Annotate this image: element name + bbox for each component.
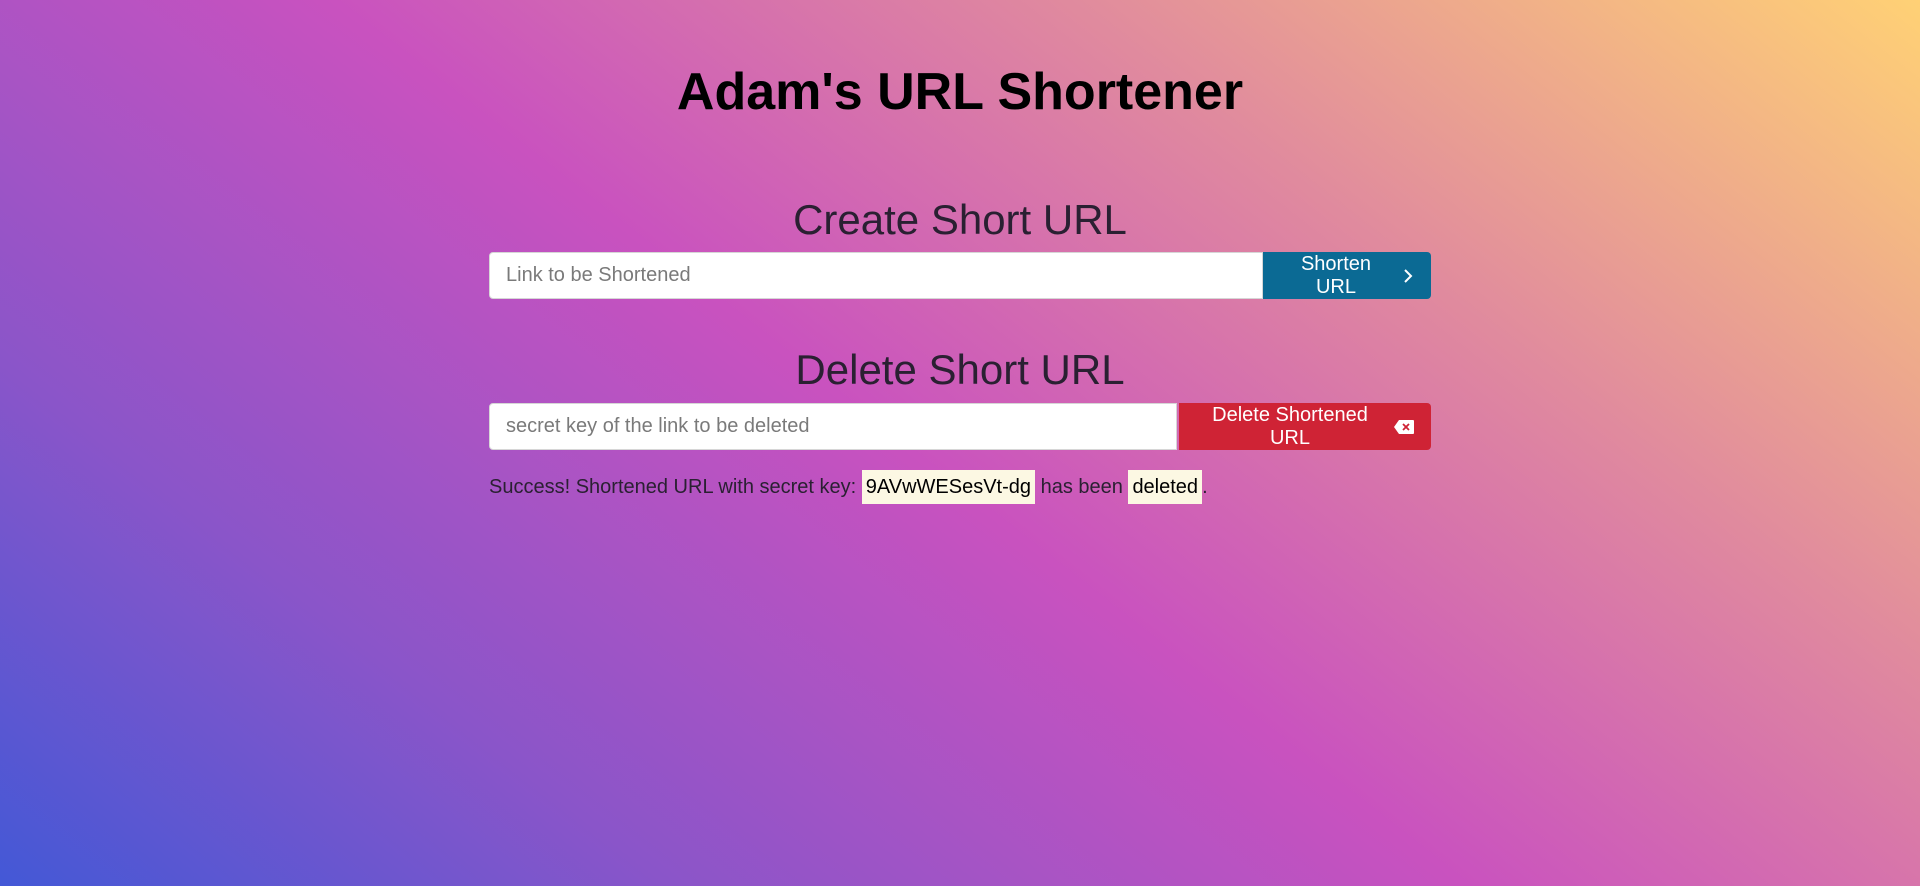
status-message: Success! Shortened URL with secret key: …: [489, 470, 1208, 504]
delete-shortened-url-button[interactable]: Delete Shortened URL: [1179, 403, 1431, 450]
link-input[interactable]: [489, 252, 1263, 299]
create-form: Shorten URL: [489, 252, 1431, 299]
secret-key-highlight: 9AVwWESesVt-dg: [861, 470, 1036, 504]
secret-key-input[interactable]: [489, 403, 1177, 450]
status-prefix: Success! Shortened URL with secret key:: [489, 476, 862, 498]
delete-section-title: Delete Short URL: [795, 346, 1125, 393]
backspace-x-icon: [1393, 419, 1415, 435]
status-suffix: .: [1202, 476, 1208, 498]
delete-form: Delete Shortened URL: [489, 403, 1431, 450]
action-highlight: deleted: [1128, 470, 1203, 504]
delete-button-label: Delete Shortened URL: [1212, 403, 1368, 449]
chevron-right-icon: [1401, 267, 1415, 285]
create-section-title: Create Short URL: [793, 196, 1127, 243]
shorten-url-button[interactable]: Shorten URL: [1263, 252, 1431, 299]
page-title: Adam's URL Shortener: [676, 63, 1244, 121]
shorten-url-button-label: Shorten URL: [1300, 252, 1372, 298]
status-middle: has been: [1035, 476, 1129, 498]
